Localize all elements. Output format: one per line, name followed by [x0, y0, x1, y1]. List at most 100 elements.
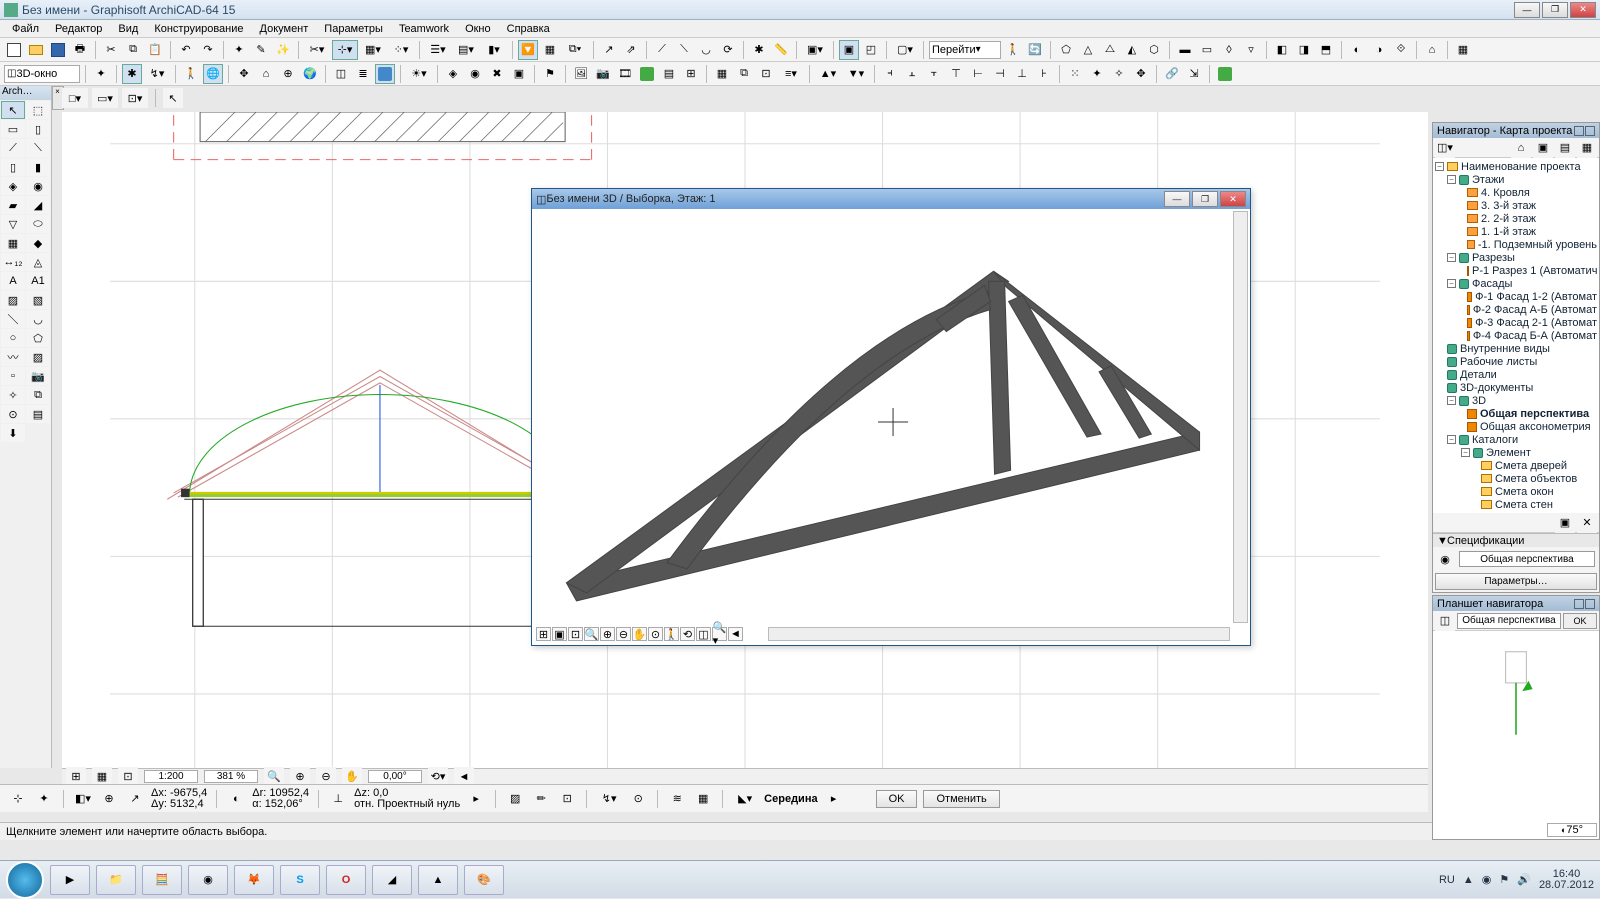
persp-button[interactable]: ▣ — [839, 40, 859, 60]
tb-paint[interactable]: 🎨 — [464, 865, 504, 895]
3d-bt11[interactable]: ◫ — [696, 627, 711, 641]
menu-window[interactable]: Окно — [457, 23, 499, 35]
spec-icon[interactable]: ◉ — [1435, 549, 1455, 569]
spline-tool[interactable]: 〰 — [1, 348, 25, 366]
3d-bt2[interactable]: ▣ — [552, 627, 567, 641]
start-button[interactable] — [6, 861, 44, 899]
nav-tb4[interactable]: ▤ — [1555, 138, 1575, 158]
misc4-button[interactable]: ▿ — [1241, 40, 1261, 60]
tb-app2[interactable]: ▲ — [418, 865, 458, 895]
ps-pin-icon[interactable] — [1574, 599, 1584, 609]
box-icon[interactable] — [375, 64, 395, 84]
open-button[interactable] — [26, 40, 46, 60]
cb6[interactable]: ◐ — [226, 789, 246, 809]
spec-combo[interactable]: Общая перспектива — [1459, 551, 1595, 567]
orbit-button[interactable]: 🔄 — [1025, 40, 1045, 60]
minimize-button[interactable]: — — [1514, 2, 1540, 18]
cb7[interactable]: ⊥ — [328, 789, 348, 809]
al4-button[interactable]: ⊤ — [946, 64, 966, 84]
3d-max-button[interactable]: ❐ — [1192, 191, 1218, 207]
cb16[interactable]: ◣▾ — [732, 789, 758, 809]
measure-button[interactable]: 📏 — [771, 40, 791, 60]
tb-firefox[interactable]: 🦊 — [234, 865, 274, 895]
ps-preview[interactable]: ◐ 75° — [1433, 631, 1599, 839]
magic-button[interactable]: ✨ — [273, 40, 293, 60]
object-tool[interactable]: ◈ — [1, 177, 25, 195]
tb-opera[interactable]: O — [326, 865, 366, 895]
misc6-button[interactable]: ◨ — [1294, 40, 1314, 60]
column-tool[interactable]: ▯ — [26, 120, 50, 138]
img2-button[interactable]: 📷 — [593, 64, 613, 84]
scale-field[interactable] — [144, 770, 198, 783]
roof2-button[interactable]: △ — [1078, 40, 1098, 60]
tray-icon2[interactable]: ◉ — [1482, 873, 1492, 886]
cb1[interactable]: ⊹ — [8, 789, 28, 809]
chevron-down-icon[interactable]: ▼ — [1437, 535, 1447, 547]
window-tool[interactable]: ▯ — [1, 158, 25, 176]
grid-icon[interactable]: ⊞ — [681, 64, 701, 84]
ps-current[interactable]: Общая перспектива — [1457, 613, 1561, 629]
grid-toggle-button[interactable]: ▦▾ — [360, 40, 386, 60]
extend-button[interactable]: ⟍ — [674, 40, 694, 60]
al2-button[interactable]: ⫠ — [902, 64, 922, 84]
axon-button[interactable]: ◰ — [861, 40, 881, 60]
zoom-button[interactable]: ⊕ — [278, 64, 298, 84]
select-mode-button[interactable]: ↯▾ — [144, 64, 170, 84]
house-icon[interactable]: ⌂ — [256, 64, 276, 84]
align3-button[interactable]: ▮▾ — [481, 40, 507, 60]
roof-tool[interactable]: ◢ — [26, 196, 50, 214]
cb14[interactable]: ≋ — [667, 789, 687, 809]
redo-button[interactable]: ↷ — [198, 40, 218, 60]
render-button[interactable]: ▣▾ — [802, 40, 828, 60]
misc5-button[interactable]: ◧ — [1272, 40, 1292, 60]
wall-tool[interactable]: ▭ — [1, 120, 25, 138]
al7-button[interactable]: ⊥ — [1012, 64, 1032, 84]
new-button[interactable] — [4, 40, 24, 60]
3d-bt5[interactable]: ⊕ — [600, 627, 615, 641]
close-button[interactable]: ✕ — [1570, 2, 1596, 18]
mini1-button[interactable]: □▾ — [62, 88, 88, 108]
angle-field[interactable]: ◐ 75° — [1547, 823, 1597, 837]
slab-tool[interactable]: ▰ — [1, 196, 25, 214]
grid-snap-button[interactable]: ⁘▾ — [388, 40, 414, 60]
walk2-button[interactable]: 🚶 — [181, 64, 201, 84]
g1-button[interactable]: ▦ — [712, 64, 732, 84]
misc10-button[interactable]: ⟐ — [1391, 40, 1411, 60]
det-tool[interactable]: ⊙ — [1, 405, 25, 423]
nav-tb5[interactable]: ▦ — [1577, 138, 1597, 158]
home-icon[interactable]: ⌂ — [1422, 40, 1442, 60]
nav1-button[interactable]: ✦ — [91, 64, 111, 84]
cb12[interactable]: ↯▾ — [596, 789, 622, 809]
explode-button[interactable]: ✱ — [749, 40, 769, 60]
menu-document[interactable]: Документ — [252, 23, 317, 35]
g2-button[interactable]: ⧉ — [734, 64, 754, 84]
ps-ok-button[interactable]: OK — [1563, 613, 1597, 629]
sun-button[interactable]: ☀▾ — [406, 64, 432, 84]
t3d3-button[interactable]: ✖ — [487, 64, 507, 84]
nav-tb1[interactable]: ◫▾ — [1435, 138, 1455, 158]
up-button[interactable]: ▲▾ — [815, 64, 841, 84]
elev-tool[interactable]: ⧉ — [26, 386, 50, 404]
nav-bt1[interactable]: ▣ — [1555, 513, 1575, 533]
figure-tool[interactable]: ▨ — [26, 348, 50, 366]
menu-edit[interactable]: Редактор — [47, 23, 110, 35]
align1-button[interactable]: ☰▾ — [425, 40, 451, 60]
3d-bt12[interactable]: 🔍▾ — [712, 627, 727, 641]
ps-close-icon[interactable] — [1585, 599, 1595, 609]
menu-options[interactable]: Параметры — [316, 23, 391, 35]
tray-icon4[interactable]: 🔊 — [1517, 873, 1531, 886]
nav-tb2[interactable]: ⌂ — [1511, 138, 1531, 158]
3d-min-button[interactable]: — — [1164, 191, 1190, 207]
arrow-tool[interactable]: ↖ — [1, 101, 25, 119]
marquee-button[interactable]: ◫ — [331, 64, 351, 84]
pick-button[interactable]: ✦ — [229, 40, 249, 60]
t3d1-button[interactable]: ◈ — [443, 64, 463, 84]
rotation-field[interactable] — [368, 770, 422, 783]
zone-tool[interactable]: ▨ — [1, 291, 25, 309]
shell-tool[interactable]: ⬭ — [26, 215, 50, 233]
3d-vscroll[interactable] — [1233, 211, 1248, 623]
goto-combo[interactable]: Перейти ▾ — [929, 41, 1001, 59]
export-icon[interactable]: ⇲ — [1184, 64, 1204, 84]
tray-icon1[interactable]: ▲ — [1463, 874, 1474, 886]
misc2-button[interactable]: ▭ — [1197, 40, 1217, 60]
